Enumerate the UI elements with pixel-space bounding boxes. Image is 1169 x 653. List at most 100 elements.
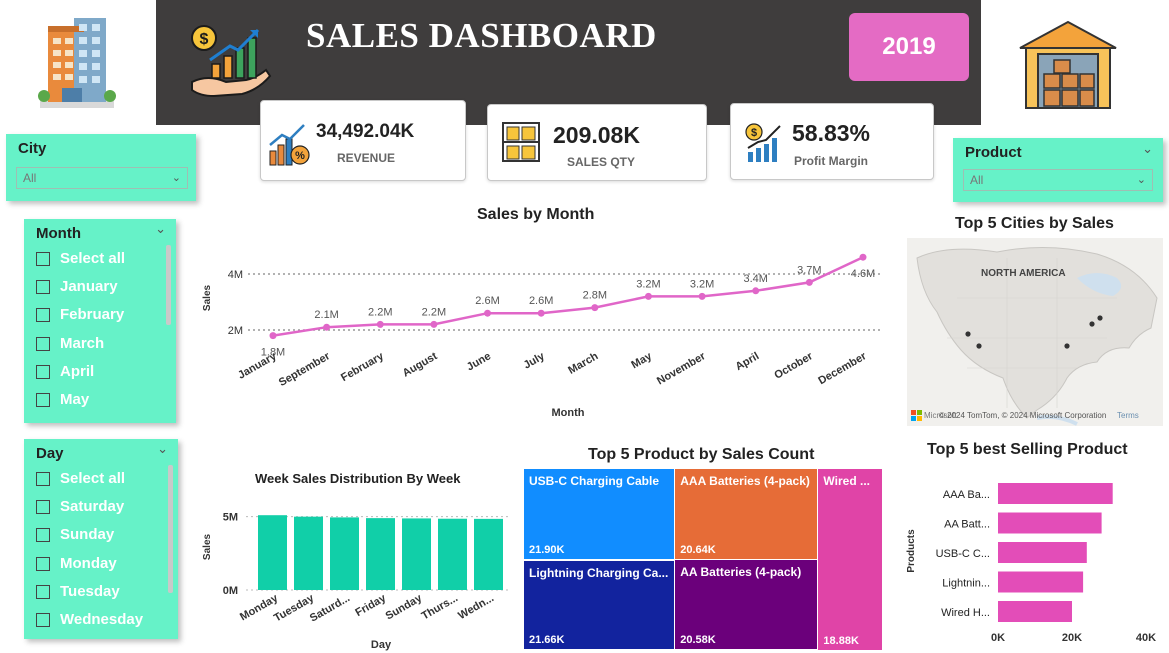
x-tick-label: December <box>816 350 869 387</box>
treemap-value: 21.66K <box>529 634 565 647</box>
map-region-label: NORTH AMERICA <box>981 268 1066 279</box>
checkbox[interactable] <box>36 527 50 542</box>
x-tick-label: March <box>566 350 600 377</box>
treemap-tile[interactable]: AA Batteries (4-pack) 20.58K <box>675 560 817 650</box>
month-option[interactable]: May <box>36 391 89 408</box>
checkbox[interactable] <box>36 279 50 294</box>
best-selling-title: Top 5 best Selling Product <box>927 441 1128 458</box>
month-option[interactable]: April <box>36 363 94 380</box>
y-tick-label: 0M <box>223 585 238 597</box>
city-marker[interactable] <box>1097 315 1103 321</box>
cities-map[interactable]: NORTH AMERICA Microsoft © 2024 TomTom, ©… <box>907 238 1163 426</box>
chevron-down-icon[interactable]: ⌄ <box>1142 141 1153 157</box>
cities-map-title: Top 5 Cities by Sales <box>955 215 1114 232</box>
month-option[interactable]: Select all <box>36 250 125 267</box>
y-tick-label: USB-C C... <box>936 548 990 560</box>
revenue-value: 34,492.04K <box>316 121 415 142</box>
x-tick-label: April <box>734 350 762 373</box>
data-point <box>805 278 813 286</box>
sales-by-month-chart: 2M4MSales1.8MJanuary2.1MSeptember2.2MFeb… <box>202 253 883 419</box>
data-label: 3.7M <box>797 264 821 276</box>
data-point <box>376 320 384 328</box>
checkbox[interactable] <box>36 364 50 379</box>
map-terms-link[interactable]: Terms <box>1117 411 1139 420</box>
sales-growth-icon: $ <box>186 20 276 104</box>
building-icon <box>34 12 119 112</box>
svg-text:%: % <box>295 150 305 162</box>
city-marker[interactable] <box>965 331 971 337</box>
day-option[interactable]: Select all <box>36 470 125 487</box>
checkbox[interactable] <box>36 336 50 351</box>
treemap-label: AAA Batteries (4-pack) <box>680 474 810 488</box>
day-option[interactable]: Saturday <box>36 498 124 515</box>
sales-line <box>272 256 864 337</box>
data-point <box>269 332 277 340</box>
x-axis-label: Day <box>371 639 392 651</box>
city-marker[interactable] <box>1089 321 1095 327</box>
y-axis-label: Products <box>906 529 917 573</box>
svg-text:$: $ <box>751 127 757 139</box>
day-option[interactable]: Tuesday <box>36 583 120 600</box>
day-slicer: Day ⌄ Select all Saturday Sunday Monday … <box>24 439 178 639</box>
month-option[interactable]: March <box>36 335 104 352</box>
city-marker[interactable] <box>976 343 982 349</box>
checkbox[interactable] <box>36 584 50 599</box>
day-option[interactable]: Wednesday <box>36 611 143 628</box>
treemap-value: 20.64K <box>680 543 716 556</box>
checkbox[interactable] <box>36 251 50 266</box>
day-slicer-title: Day <box>36 445 64 462</box>
city-dropdown[interactable]: All ⌄ <box>16 167 188 189</box>
data-point <box>698 292 706 300</box>
data-label: 2.8M <box>583 290 607 302</box>
day-scrollbar[interactable] <box>168 465 173 593</box>
checkbox[interactable] <box>36 471 50 486</box>
bar <box>294 516 323 590</box>
checkbox[interactable] <box>36 392 50 407</box>
bar <box>330 517 359 590</box>
month-scrollbar[interactable] <box>166 245 171 325</box>
x-tick-label: September <box>277 350 333 389</box>
y-tick-label: AAA Ba... <box>943 489 990 501</box>
month-slicer-title: Month <box>36 225 81 242</box>
day-option[interactable]: Sunday <box>36 526 114 543</box>
data-label: 2.2M <box>368 306 392 318</box>
treemap-tile[interactable]: Wired ... 18.88K <box>818 469 883 650</box>
checkbox[interactable] <box>36 307 50 322</box>
data-point <box>644 292 652 300</box>
treemap-label: Lightning Charging Ca... <box>529 565 669 580</box>
y-tick-label: Lightnin... <box>942 578 990 590</box>
checkbox[interactable] <box>36 499 50 514</box>
month-option[interactable]: February <box>36 306 124 323</box>
treemap-tile[interactable]: AAA Batteries (4-pack) 20.64K <box>675 469 817 559</box>
data-label: 3.2M <box>636 278 660 290</box>
city-slicer-title: City <box>18 140 47 157</box>
chevron-down-icon[interactable]: ⌄ <box>157 441 168 457</box>
data-label: 3.2M <box>690 278 714 290</box>
city-slicer: City All ⌄ <box>6 134 196 201</box>
sales-by-month-title: Sales by Month <box>477 206 595 223</box>
boxes-icon <box>501 121 541 168</box>
product-dropdown-value: All <box>970 173 984 187</box>
treemap-title: Top 5 Product by Sales Count <box>588 446 815 463</box>
chevron-down-icon: ⌄ <box>1136 174 1146 186</box>
year-badge[interactable]: 2019 <box>849 13 969 81</box>
treemap-tile[interactable]: Lightning Charging Ca... 21.66K <box>524 560 674 650</box>
chevron-down-icon[interactable]: ⌄ <box>155 221 166 237</box>
checkbox[interactable] <box>36 556 50 571</box>
x-tick-label: July <box>522 350 548 372</box>
svg-text:$: $ <box>200 31 209 48</box>
kpi-card-profit-margin: $ 58.83% Profit Margin <box>730 103 934 180</box>
chevron-down-icon: ⌄ <box>171 172 181 184</box>
checkbox[interactable] <box>36 612 50 627</box>
x-tick-label: 0K <box>991 632 1005 644</box>
month-option[interactable]: January <box>36 278 118 295</box>
bar <box>998 571 1084 593</box>
treemap-tile[interactable]: USB-C Charging Cable 21.90K <box>524 469 674 559</box>
city-dropdown-value: All <box>23 171 37 185</box>
city-marker[interactable] <box>1064 343 1070 349</box>
warehouse-icon <box>1016 18 1121 113</box>
day-option[interactable]: Monday <box>36 555 117 572</box>
y-tick-label: 5M <box>223 512 238 524</box>
bar <box>474 518 503 590</box>
product-dropdown[interactable]: All ⌄ <box>963 169 1153 191</box>
